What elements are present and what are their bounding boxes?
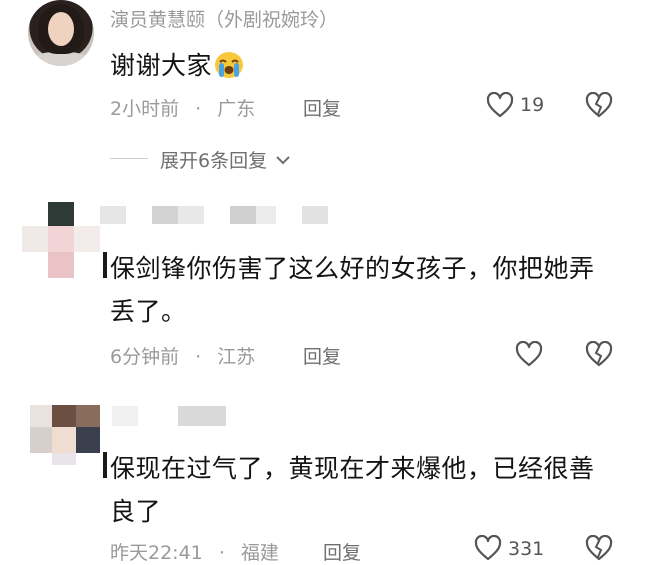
avatar-shoulder (32, 52, 90, 66)
heart-outline-icon[interactable] (515, 341, 543, 367)
comment-location: 福建 (240, 542, 279, 564)
username-pixel (100, 206, 126, 224)
comment-meta: 2小时前 · 广东 (110, 94, 255, 121)
username-pixel (152, 206, 178, 224)
username-pixel (302, 206, 328, 224)
avatar-pixel (52, 427, 76, 453)
avatar-pixel (22, 226, 48, 252)
avatar-pixel (52, 405, 76, 427)
avatar-pixel (52, 453, 76, 465)
comment-time: 2小时前 (110, 98, 180, 120)
avatar-pixel (30, 427, 52, 453)
comment-text-line: 良了 (110, 497, 162, 526)
username-pixel (178, 206, 204, 224)
username-pixel (230, 206, 256, 224)
comment-time: 昨天22:41 (110, 542, 203, 564)
like-count: 19 (520, 94, 545, 116)
avatar[interactable] (28, 0, 94, 66)
text-cursor-mark (103, 452, 107, 478)
avatar-pixel (48, 202, 74, 226)
reply-button[interactable]: 回复 (303, 342, 341, 369)
avatar-pixel (76, 405, 100, 427)
comment-text-line: 丢了。 (110, 297, 187, 326)
username-pixel (112, 406, 138, 426)
avatar-pixel (74, 226, 100, 252)
username-pixel (178, 406, 226, 426)
avatar-pixel (48, 226, 74, 252)
crying-face-icon (214, 51, 244, 85)
avatar-pixel (76, 427, 100, 453)
avatar-face (48, 12, 74, 46)
avatar-pixel (22, 202, 48, 226)
username-pixel (256, 206, 276, 224)
heart-outline-icon[interactable] (474, 535, 502, 561)
meta-separator: · (195, 346, 202, 368)
broken-heart-icon[interactable] (585, 92, 613, 118)
comment-meta: 昨天22:41 · 福建 (110, 538, 279, 565)
chevron-down-icon (275, 149, 291, 171)
broken-heart-icon[interactable] (585, 535, 613, 561)
comment-text-body: 谢谢大家 (110, 51, 213, 80)
avatar-pixel (48, 252, 74, 278)
comment-time: 6分钟前 (110, 346, 180, 368)
reply-button[interactable]: 回复 (323, 538, 361, 565)
text-cursor-mark (103, 252, 107, 278)
comment-username[interactable]: 演员黄慧颐（外剧祝婉玲） (110, 5, 338, 32)
comment-text: 谢谢大家 (110, 46, 244, 85)
comment-location: 江苏 (217, 346, 256, 368)
meta-separator: · (195, 98, 202, 120)
comment-location: 广东 (217, 98, 256, 120)
comment-meta: 6分钟前 · 江苏 (110, 342, 255, 369)
expand-replies-button[interactable]: 展开6条回复 (160, 146, 291, 173)
expand-replies-label: 展开6条回复 (160, 150, 268, 172)
avatar-pixel (30, 405, 52, 427)
comment-text-line: 保现在过气了，黄现在才来爆他，已经很善 (110, 454, 595, 483)
comment-text-line: 保剑锋你伤害了这么好的女孩子，你把她弄 (110, 254, 595, 283)
broken-heart-icon[interactable] (585, 341, 613, 367)
expand-divider (110, 158, 148, 159)
heart-outline-icon[interactable] (486, 92, 514, 118)
reply-button[interactable]: 回复 (303, 94, 341, 121)
meta-separator: · (218, 542, 225, 564)
like-count: 331 (508, 538, 545, 560)
